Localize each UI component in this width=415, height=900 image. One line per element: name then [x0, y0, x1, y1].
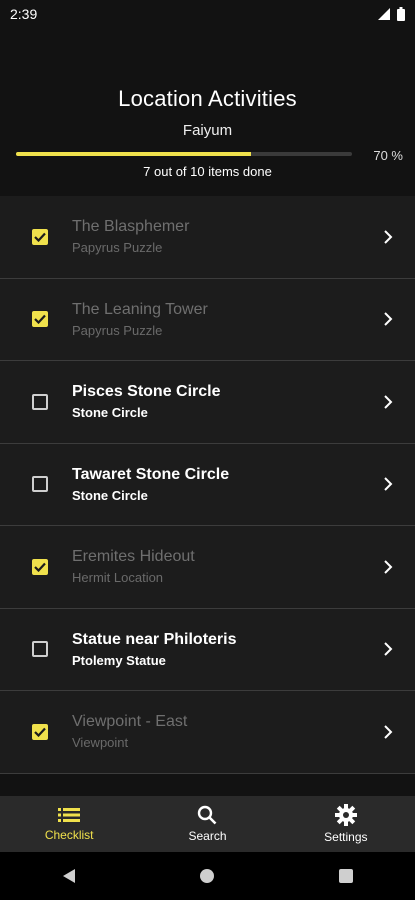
status-time: 2:39 — [10, 6, 38, 22]
bottom-nav: Checklist Search Settings — [0, 796, 415, 852]
activity-checkbox[interactable] — [32, 311, 48, 328]
activity-texts: Tawaret Stone Circle Stone Circle — [72, 466, 415, 503]
location-name: Faiyum — [182, 122, 233, 139]
activity-list: The Blasphemer Papyrus Puzzle The Leanin… — [0, 196, 415, 796]
activity-row[interactable]: Tawaret Stone Circle Stone Circle — [0, 443, 415, 526]
nav-checklist-label: Checklist — [44, 828, 94, 842]
activity-row[interactable]: Viewpoint - East Viewpoint — [0, 691, 415, 774]
progress-bar — [16, 152, 352, 156]
activity-type: Hermit Location — [72, 570, 164, 586]
nav-settings[interactable]: Settings — [277, 796, 415, 852]
activity-checkbox[interactable] — [32, 228, 48, 245]
activity-type: Papyrus Puzzle — [72, 322, 163, 338]
check-icon — [34, 315, 46, 325]
activity-name: Pisces Stone Circle — [72, 383, 221, 401]
activity-name: Tawaret Stone Circle — [72, 465, 230, 483]
gear-icon — [334, 804, 357, 826]
chevron-right-icon — [384, 560, 393, 574]
chevron-right-icon — [384, 477, 393, 491]
nav-search-label: Search — [188, 829, 227, 843]
nav-settings-label: Settings — [324, 830, 368, 844]
activity-name: Statue near Philoteris — [72, 630, 237, 648]
back-icon[interactable] — [61, 868, 77, 884]
activity-name: Eremites Hideout — [72, 548, 195, 566]
chevron-right-icon — [384, 642, 393, 656]
check-icon — [34, 562, 46, 572]
activity-row[interactable]: The Leaning Tower Papyrus Puzzle — [0, 278, 415, 361]
activity-checkbox[interactable] — [32, 476, 48, 493]
recents-icon[interactable] — [338, 868, 354, 884]
checklist-icon — [58, 808, 81, 822]
activity-name: The Leaning Tower — [72, 300, 208, 318]
activity-type: Stone Circle — [72, 405, 148, 421]
activity-type: Stone Circle — [72, 487, 148, 503]
chevron-right-icon — [384, 230, 393, 244]
activity-row[interactable]: The Blasphemer Papyrus Puzzle — [0, 196, 415, 279]
check-icon — [34, 232, 46, 242]
activity-type: Viewpoint — [72, 735, 129, 751]
activity-texts: Statue near Philoteris Ptolemy Statue — [72, 631, 415, 668]
check-icon — [34, 727, 46, 737]
activity-type: Ptolemy Statue — [72, 652, 166, 668]
activity-texts: The Blasphemer Papyrus Puzzle — [72, 218, 415, 255]
nav-search[interactable]: Search — [138, 796, 276, 852]
progress-row: 70 % — [16, 148, 403, 164]
progress-percent: 70 % — [373, 148, 403, 163]
activity-texts: The Leaning Tower Papyrus Puzzle — [72, 301, 415, 338]
page-title: Location Activities — [118, 86, 297, 111]
chevron-right-icon — [384, 395, 393, 409]
signal-icon — [378, 8, 390, 20]
chevron-right-icon — [384, 725, 393, 739]
activity-checkbox[interactable] — [32, 641, 48, 658]
search-icon — [198, 805, 217, 825]
activity-texts: Eremites Hideout Hermit Location — [72, 548, 415, 585]
header: Location Activities Faiyum — [0, 86, 415, 139]
progress-bar-fill — [16, 152, 252, 156]
activity-row[interactable]: Eremites Hideout Hermit Location — [0, 526, 415, 609]
activity-name: The Blasphemer — [72, 218, 190, 236]
activity-type: Papyrus Puzzle — [72, 240, 163, 256]
activity-checkbox[interactable] — [32, 393, 48, 410]
activity-texts: Pisces Stone Circle Stone Circle — [72, 383, 415, 420]
home-icon[interactable] — [199, 868, 215, 884]
activity-checkbox[interactable] — [32, 723, 48, 740]
activity-checkbox[interactable] — [32, 558, 48, 575]
progress-summary: 7 out of 10 items done — [143, 164, 272, 179]
activity-texts: Viewpoint - East Viewpoint — [72, 713, 415, 750]
activity-row[interactable]: Pisces Stone Circle Stone Circle — [0, 361, 415, 444]
chevron-right-icon — [384, 312, 393, 326]
activity-name: Viewpoint - East — [72, 713, 188, 731]
system-nav-bar — [0, 852, 415, 900]
activity-row[interactable]: Statue near Philoteris Ptolemy Statue — [0, 608, 415, 691]
status-icons — [377, 7, 405, 21]
nav-checklist[interactable]: Checklist — [0, 796, 138, 852]
status-bar: 2:39 — [0, 0, 415, 28]
battery-icon — [397, 7, 405, 21]
